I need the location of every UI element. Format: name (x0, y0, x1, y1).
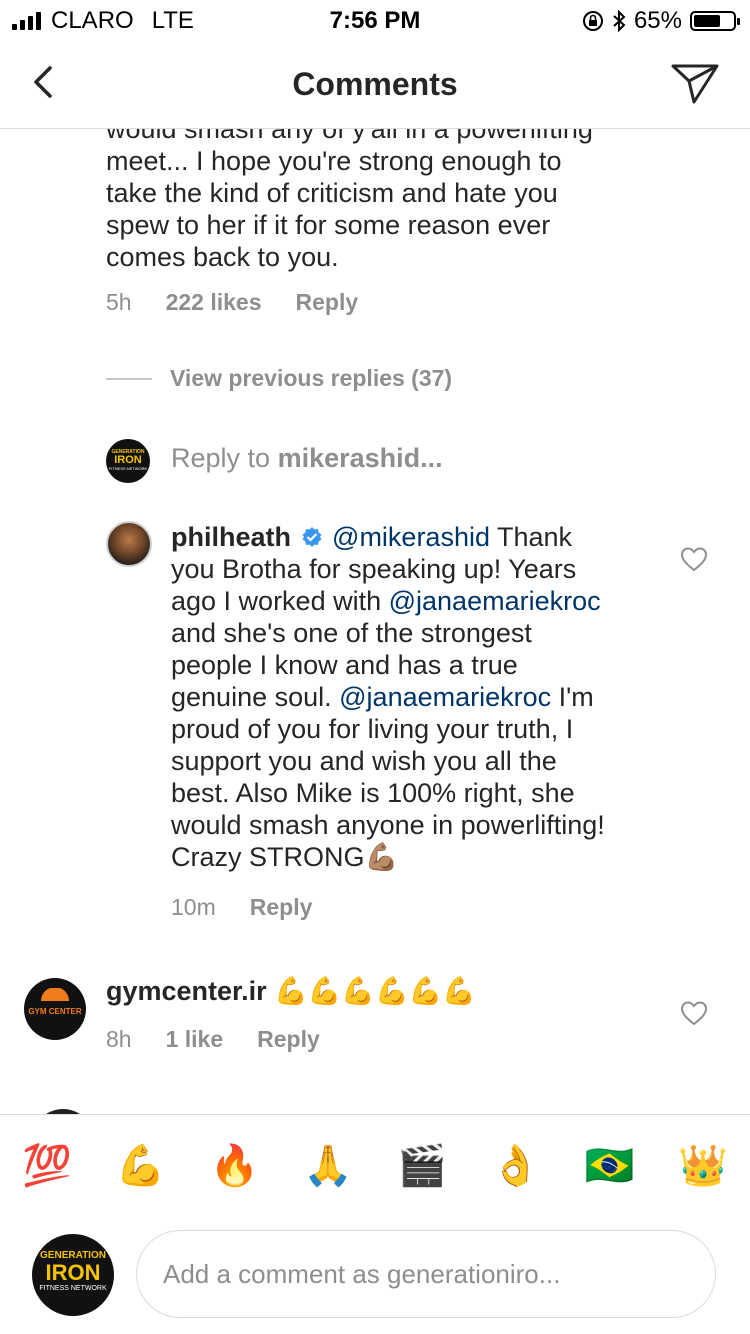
emoji-button[interactable]: 🇧🇷 (584, 1142, 634, 1189)
bluetooth-icon (613, 10, 626, 32)
comment-likes[interactable]: 1 like (166, 1026, 224, 1053)
comment-line: genuine soul. @janaemariekroc I'm (171, 681, 671, 713)
comments-list[interactable]: would smash any of y'all in a powerlifti… (0, 129, 750, 1114)
replies-divider (106, 377, 152, 380)
comment-line: comes back to you. (106, 242, 339, 272)
emoji-button[interactable]: 👌 (491, 1142, 541, 1189)
emoji-button[interactable]: 🎬 (397, 1142, 447, 1189)
comment-line: spew to her if it for some reason ever (106, 210, 551, 240)
battery-percent: 65% (633, 7, 682, 34)
emoji-button[interactable]: 🙏 (303, 1142, 353, 1189)
emoji-button[interactable]: 💯 (22, 1142, 72, 1189)
paper-plane-icon[interactable] (670, 60, 720, 106)
view-previous-replies[interactable]: View previous replies (37) (106, 365, 452, 392)
battery-icon (690, 11, 740, 31)
top-comment-meta: 5h 222 likes Reply (106, 289, 706, 316)
comment-username[interactable]: philheath (171, 522, 291, 552)
comment-time: 5h (106, 289, 132, 315)
comment-line: would smash anyone in powerlifting! (171, 810, 605, 840)
nav-header: Comments (0, 40, 750, 129)
avatar-text: IRON (114, 454, 142, 466)
comment-likes[interactable]: 222 likes (166, 289, 262, 316)
comment-text: ago I worked with (171, 586, 389, 616)
comment-line: you Brotha for speaking up! Years (171, 554, 577, 584)
avatar-text: IRON (45, 1260, 101, 1285)
reply-to-avatar: GENERATION IRON FITNESS NETWORK (106, 439, 150, 483)
avatar: GENERATION IRON FITNESS NETWORK (32, 1234, 114, 1316)
comment-time: 10m (171, 894, 216, 920)
emoji-button[interactable]: 👑 (678, 1142, 728, 1189)
comment-text: Thank (489, 522, 573, 552)
comment-line: people I know and has a true (171, 650, 518, 680)
status-right: 65% (582, 7, 740, 35)
mention-link[interactable]: @mikerashid (332, 522, 490, 552)
comment-line: gymcenter.ir 💪💪💪💪💪💪 (106, 975, 666, 1008)
comment-text: 💪💪💪💪💪💪 (274, 976, 476, 1007)
reply-button[interactable]: Reply (250, 891, 313, 923)
heart-icon[interactable] (680, 546, 708, 572)
comment-line: proud of you for living your truth, I (171, 714, 574, 744)
mention-link[interactable]: @janaemariekroc (389, 586, 601, 616)
orientation-lock-icon (582, 11, 603, 31)
reply-to-label[interactable]: Reply to mikerashid... (171, 443, 443, 474)
emoji-quick-bar: 💯 💪 🔥 🙏 🎬 👌 🇧🇷 👑 (0, 1114, 750, 1215)
comment-line: would smash any of y'all in a powerlifti… (106, 129, 593, 144)
comment-composer: GENERATION IRON FITNESS NETWORK Add a co… (0, 1214, 750, 1334)
reply-button[interactable]: Reply (257, 1026, 320, 1053)
reply-comment: philheath @mikerashid Thank you Brotha f… (171, 521, 671, 923)
avatar-text: FITNESS NETWORK (39, 1285, 107, 1292)
comment-text: I'm (551, 682, 594, 712)
emoji-button[interactable]: 🔥 (209, 1142, 259, 1189)
comment-line: and she's one of the strongest (171, 618, 532, 648)
avatar-text: FITNESS NETWORK (108, 466, 148, 471)
comment-line: Crazy STRONG💪🏽 (171, 842, 399, 872)
reply-to-user: mikerashid... (277, 443, 443, 473)
comment-username[interactable]: gymcenter.ir (106, 976, 267, 1006)
avatar-text: GYM CENTER (28, 1007, 82, 1016)
status-bar: CLARO LTE 7:56 PM 65% (0, 0, 750, 40)
page-title: Comments (292, 66, 458, 102)
comment-time: 8h (106, 1026, 132, 1052)
reply-comment-meta: 10m Reply (171, 891, 671, 923)
reply-button[interactable]: Reply (296, 289, 359, 316)
comment-line: philheath @mikerashid Thank (171, 521, 671, 553)
gym-comment: gymcenter.ir 💪💪💪💪💪💪 8h 1 like Reply (106, 975, 666, 1053)
view-previous-label: View previous replies (37) (170, 365, 453, 391)
avatar[interactable] (106, 521, 152, 567)
mention-link[interactable]: @janaemariekroc (339, 682, 551, 712)
verified-badge-icon (302, 527, 322, 547)
gym-comment-meta: 8h 1 like Reply (106, 1026, 666, 1053)
comment-line: meet... I hope you're strong enough to (106, 146, 562, 176)
comment-line: ago I worked with @janaemariekroc (171, 585, 671, 617)
comment-line: take the kind of criticism and hate you (106, 178, 558, 208)
sunrise-icon (41, 987, 69, 1001)
top-comment: would smash any of y'all in a powerlifti… (106, 129, 706, 316)
top-comment-text: would smash any of y'all in a powerlifti… (106, 129, 706, 273)
comment-input[interactable]: Add a comment as generationiro... (136, 1230, 716, 1318)
avatar[interactable]: GYM CENTER (24, 978, 86, 1040)
comment-line: best. Also Mike is 100% right, she (171, 778, 575, 808)
comment-text: genuine soul. (171, 682, 340, 712)
heart-icon[interactable] (680, 1000, 708, 1026)
reply-to-prefix: Reply to (171, 443, 278, 473)
comment-line: support you and wish you all the (171, 746, 557, 776)
emoji-button[interactable]: 💪 (116, 1142, 166, 1189)
